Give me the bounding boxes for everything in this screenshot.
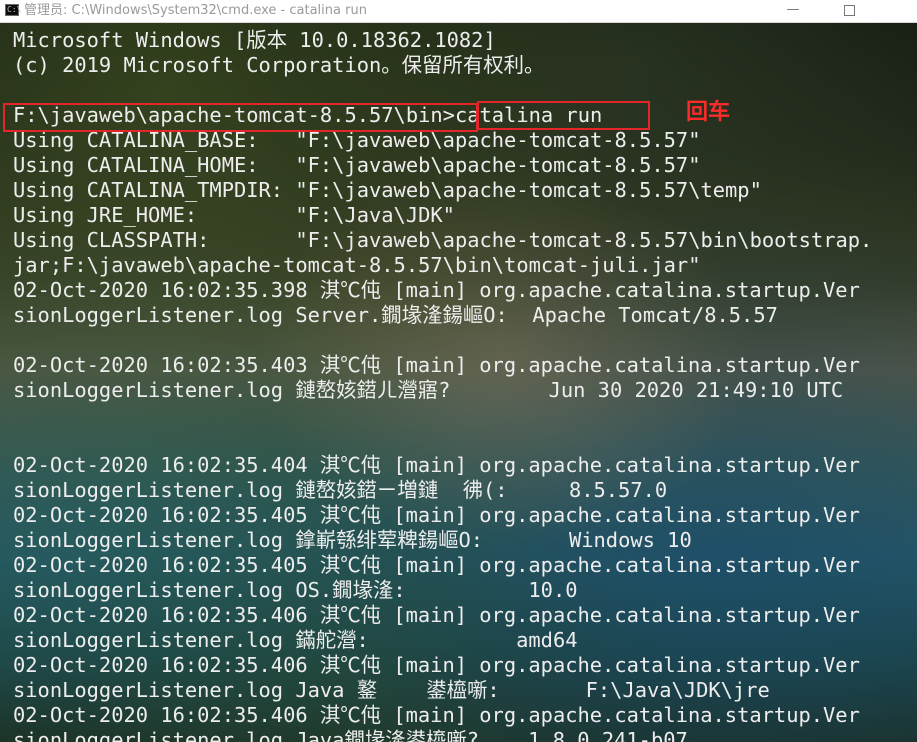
- console-line: 02-Oct-2020 16:02:35.406 淇℃伅 [main] org.…: [13, 703, 860, 727]
- console-line: sionLoggerListener.log Java 鐜 鍙橀噺: F:\Ja…: [13, 678, 770, 702]
- console-line: 02-Oct-2020 16:02:35.405 淇℃伅 [main] org.…: [13, 553, 860, 577]
- console-line: (c) 2019 Microsoft Corporation。保留所有权利。: [13, 53, 545, 77]
- minimize-button[interactable]: —: [770, 0, 816, 22]
- console-line: Using CATALINA_HOME: "F:\javaweb\apache-…: [13, 153, 701, 177]
- console-line: sionLoggerListener.log Java鐗堟湰鍙橀噺? 1.8.0…: [13, 728, 688, 742]
- console-line: 02-Oct-2020 16:02:35.403 淇℃伅 [main] org.…: [13, 353, 860, 377]
- console-line: Using CLASSPATH: "F:\javaweb\apache-tomc…: [13, 228, 873, 252]
- console-line: 02-Oct-2020 16:02:35.398 淇℃伅 [main] org.…: [13, 278, 860, 302]
- console-line: Microsoft Windows [版本 10.0.18362.1082]: [13, 28, 496, 52]
- console-line: sionLoggerListener.log 鏈嶅姟鍣ㄦ瀯寤? Jun 30 2…: [13, 378, 844, 402]
- console-line: sionLoggerListener.log 鏈嶅姟鍣ㄧ増鏈 彿(: 8.5.5…: [13, 478, 668, 502]
- console-output[interactable]: Microsoft Windows [版本 10.0.18362.1082] (c…: [0, 28, 917, 742]
- console-line: 02-Oct-2020 16:02:35.405 淇℃伅 [main] org.…: [13, 503, 860, 527]
- console-line: Using JRE_HOME: "F:\Java\JDK": [13, 203, 455, 227]
- console-line: 02-Oct-2020 16:02:35.406 淇℃伅 [main] org.…: [13, 653, 860, 677]
- maximize-icon: [843, 5, 855, 16]
- enter-annotation: 回车: [686, 100, 731, 125]
- console-line: 02-Oct-2020 16:02:35.406 淇℃伅 [main] org.…: [13, 603, 860, 627]
- console-line: sionLoggerListener.log 鏋舵瀯: amd64: [13, 628, 578, 652]
- console-line: sionLoggerListener.log OS.鐗堟湰: 10.0: [13, 578, 578, 602]
- title-bar[interactable]: C:\ 管理员: C:\Windows\System32\cmd.exe - c…: [0, 0, 917, 23]
- console-line: 02-Oct-2020 16:02:35.404 淇℃伅 [main] org.…: [13, 453, 860, 477]
- maximize-button[interactable]: [826, 0, 872, 22]
- console-line: jar;F:\javaweb\apache-tomcat-8.5.57\bin\…: [13, 253, 701, 277]
- window-title: 管理员: C:\Windows\System32\cmd.exe - catal…: [24, 3, 367, 18]
- console-line: Using CATALINA_TMPDIR: "F:\javaweb\apach…: [13, 178, 762, 202]
- cmd-window: C:\ 管理员: C:\Windows\System32\cmd.exe - c…: [0, 0, 917, 742]
- cmd-icon[interactable]: C:\: [5, 4, 21, 16]
- console-line: sionLoggerListener.log 鎿嶄綔绯荤粺鍚嶇О: Window…: [13, 528, 692, 552]
- command-highlight: [477, 101, 650, 130]
- console-line: sionLoggerListener.log Server.鐗堟湰鍚嶇О: Ap…: [13, 303, 778, 327]
- prompt-path-highlight: [3, 103, 478, 132]
